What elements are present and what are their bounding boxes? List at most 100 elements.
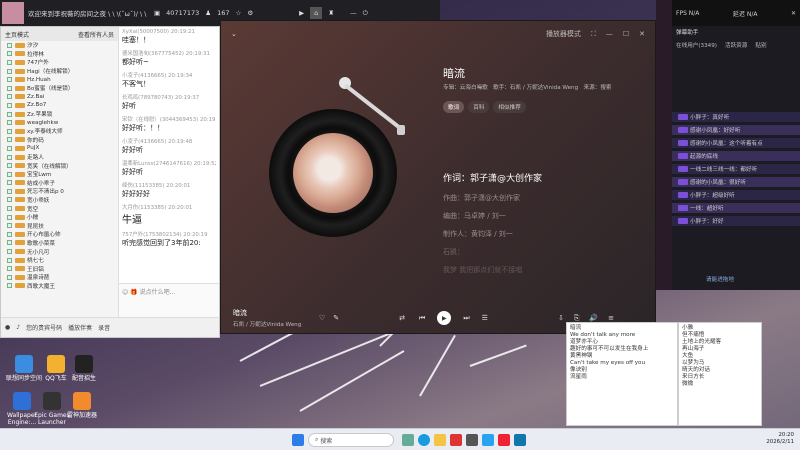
- chat-app-icon[interactable]: [466, 434, 478, 446]
- user-list-item[interactable]: 走路人: [1, 153, 118, 162]
- checkbox[interactable]: [7, 249, 12, 255]
- search-box[interactable]: ⌕ 搜索: [308, 433, 394, 447]
- user-list-item[interactable]: 宽小乖妖: [1, 196, 118, 205]
- user-list-item[interactable]: 你的码: [1, 136, 118, 145]
- song-list-note-2[interactable]: 小雅 但不痛悟 土地上的光耀客 再山海子 大鱼 以梦为马 晴天的对话 来日方长 微微: [678, 322, 762, 426]
- checkbox[interactable]: [7, 154, 12, 160]
- settings-icon[interactable]: ⚙: [247, 9, 253, 17]
- checkbox[interactable]: [7, 102, 12, 108]
- user-list-item[interactable]: Hz.Huah: [1, 75, 118, 84]
- checkbox[interactable]: [7, 188, 12, 194]
- user-list-item[interactable]: 结成小乖子: [1, 179, 118, 188]
- user-list-item[interactable]: 温泉诗琵: [1, 273, 118, 282]
- message-sender[interactable]: 小凌子(4136665) 20:19:48: [122, 137, 216, 145]
- taskview-icon[interactable]: [402, 434, 414, 446]
- checkbox[interactable]: [7, 128, 12, 134]
- volume-icon[interactable]: 🔊: [589, 314, 598, 322]
- video-icon[interactable]: ▶: [299, 9, 304, 17]
- qq-icon[interactable]: [482, 434, 494, 446]
- playlist-icon[interactable]: ☰: [482, 314, 488, 322]
- checkbox[interactable]: [7, 145, 12, 151]
- user-list-item[interactable]: 汐汐: [1, 41, 118, 50]
- user-list-item[interactable]: 歌歌小菜菜: [1, 239, 118, 248]
- download-icon[interactable]: ⇩: [558, 314, 564, 322]
- message-sender[interactable]: 小凌子(4136665) 20:19:34: [122, 71, 216, 79]
- prev-icon[interactable]: ⏮: [419, 314, 425, 323]
- online-users-tab[interactable]: 在线用户(3349): [676, 41, 717, 49]
- mic-icon[interactable]: ●: [5, 324, 10, 331]
- comment-icon[interactable]: ✎: [333, 314, 339, 322]
- star-icon[interactable]: ☆: [236, 9, 242, 17]
- game-icon[interactable]: ♜: [328, 9, 334, 17]
- user-list-item[interactable]: weaglehkw: [1, 118, 118, 127]
- checkbox[interactable]: [7, 283, 12, 289]
- checkbox[interactable]: [7, 120, 12, 126]
- edge-icon[interactable]: [418, 434, 430, 446]
- user-list-item[interactable]: 桃七七: [1, 256, 118, 265]
- message-input[interactable]: ☺ 🎁 说点什么吧...: [119, 283, 219, 317]
- user-list-item[interactable]: 拉得林: [1, 50, 118, 59]
- checkbox[interactable]: [7, 137, 12, 143]
- message-sender[interactable]: 德米国浩旬(367775452) 20:19:31: [122, 49, 216, 57]
- volume-icon[interactable]: ♪: [16, 324, 20, 331]
- user-list-item[interactable]: 开心布凰心帅: [1, 230, 118, 239]
- checkbox[interactable]: [7, 257, 12, 263]
- checkbox[interactable]: [7, 59, 12, 65]
- message-sender[interactable]: 大月伤(1153385) 20:20:01: [122, 203, 216, 211]
- checkbox[interactable]: [7, 68, 12, 74]
- checkbox[interactable]: [7, 206, 12, 212]
- checkbox[interactable]: [7, 51, 12, 57]
- user-list-item[interactable]: 宝宝Lwm: [1, 170, 118, 179]
- checkbox[interactable]: [7, 274, 12, 280]
- explorer-icon[interactable]: [434, 434, 446, 446]
- song-list-note[interactable]: 暗流 We don't talk any more 道梦亦平心 趣好的事可不可以发生在…: [566, 322, 678, 426]
- user-list-item[interactable]: Zz.苹果锁: [1, 110, 118, 119]
- user-list-item[interactable]: 无小凡可: [1, 247, 118, 256]
- message-sender[interactable]: 宋钦（在线慰）(3044369453) 20:19:44: [122, 115, 216, 123]
- checkbox[interactable]: [7, 214, 12, 220]
- user-list-item[interactable]: 死忘不清出p 0: [1, 187, 118, 196]
- vip-label[interactable]: 您的贵宾号码: [26, 323, 62, 332]
- emoji-icon[interactable]: ☺: [122, 289, 128, 296]
- start-icon[interactable]: [292, 434, 304, 446]
- close-icon[interactable]: ✕: [791, 10, 796, 17]
- singer-label[interactable]: 歌手：石凯 / 万妮达Vinida Weng: [493, 85, 578, 91]
- collapse-icon[interactable]: ⌄: [231, 30, 237, 38]
- maximize-icon[interactable]: ☐: [623, 30, 629, 38]
- user-list-item[interactable]: 宽笑（在线解锁）: [1, 161, 118, 170]
- user-list-item[interactable]: 小糯: [1, 213, 118, 222]
- message-sender[interactable]: 长鸡鸡(789780743) 20:19:37: [122, 93, 216, 101]
- kk-icon[interactable]: [514, 434, 526, 446]
- avatar[interactable]: [2, 2, 24, 24]
- queue-icon[interactable]: ≡: [608, 314, 614, 322]
- checkbox[interactable]: [7, 197, 12, 203]
- shuffle-icon[interactable]: ⇄: [399, 314, 405, 322]
- message-sender[interactable]: 温柔新Lunss(2746147616) 20:19:52: [122, 159, 216, 167]
- minimize-icon[interactable]: —: [350, 9, 357, 17]
- close-icon[interactable]: ✕: [639, 30, 645, 38]
- checkbox[interactable]: [7, 94, 12, 100]
- checkbox[interactable]: [7, 180, 12, 186]
- message-sender[interactable]: 绛伤(11153385) 20:20:01: [122, 181, 216, 189]
- desktop-icon-peiyin[interactable]: 配音招生: [62, 355, 106, 382]
- user-list-item[interactable]: 宽空: [1, 204, 118, 213]
- app-icon[interactable]: [498, 434, 510, 446]
- user-list-item[interactable]: 747户外: [1, 58, 118, 67]
- tab-special[interactable]: 贴别: [755, 41, 766, 49]
- album-label[interactable]: 专辑：云海白噪歌: [443, 85, 488, 91]
- power-icon[interactable]: ⏻: [363, 9, 368, 18]
- like-icon[interactable]: ♡: [319, 314, 325, 322]
- record-button[interactable]: 录音: [98, 323, 110, 332]
- system-clock[interactable]: 20:20 2026/2/11: [766, 432, 794, 446]
- minimize-icon[interactable]: —: [606, 30, 613, 38]
- checkbox[interactable]: [7, 111, 12, 117]
- user-list-item[interactable]: 西歌大魔王: [1, 282, 118, 291]
- accompany-button[interactable]: 播放伴奏: [68, 323, 92, 332]
- user-list-item[interactable]: 昆昆扶: [1, 221, 118, 230]
- now-playing-artist[interactable]: 石凯 / 万妮达Vinida Weng: [233, 320, 313, 328]
- checkbox[interactable]: [7, 163, 12, 169]
- tab-lyrics[interactable]: 歌词: [443, 101, 465, 113]
- play-button[interactable]: ▶: [437, 311, 452, 325]
- user-list-item[interactable]: xy.李泰线大师: [1, 127, 118, 136]
- checkbox[interactable]: [7, 85, 12, 91]
